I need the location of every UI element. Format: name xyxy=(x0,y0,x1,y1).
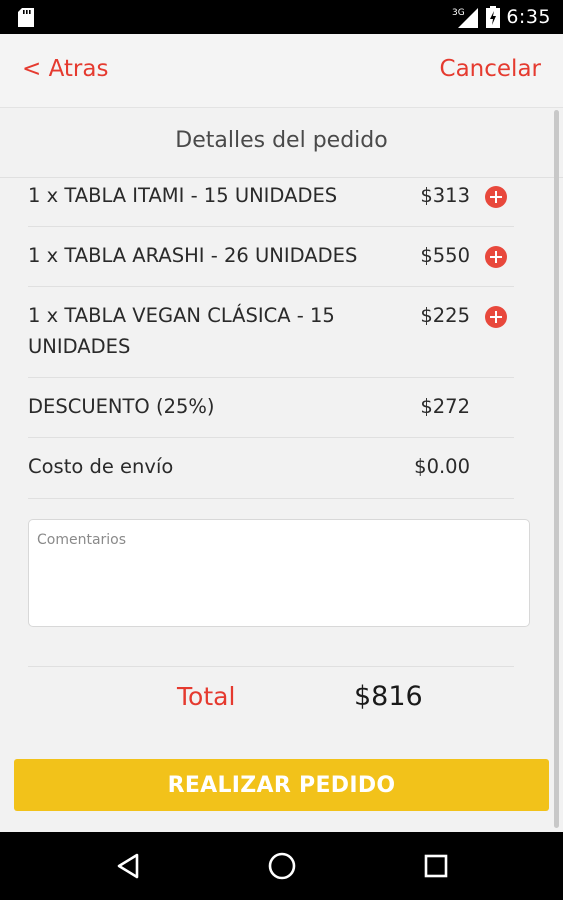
order-item-row: 1 x TABLA ARASHI - 26 UNIDADES $550 xyxy=(28,227,514,287)
add-circle-icon[interactable] xyxy=(485,246,507,268)
total-label: Total xyxy=(177,682,236,711)
discount-label: DESCUENTO (25%) xyxy=(28,395,215,418)
shipping-row: Costo de envío $0.00 xyxy=(28,438,514,499)
item-price: $225 xyxy=(420,304,470,327)
item-price: $550 xyxy=(420,244,470,267)
order-item-row: 1 x TABLA VEGAN CLÁSICA - 15 UNIDADES $2… xyxy=(28,287,514,378)
item-name: 1 x TABLA ARASHI - 26 UNIDADES xyxy=(28,244,358,267)
total-value: $816 xyxy=(354,681,423,712)
item-name: 1 x TABLA ITAMI - 15 UNIDADES xyxy=(28,184,338,207)
back-triangle-icon xyxy=(117,853,139,879)
discount-value: $272 xyxy=(420,395,470,418)
cancel-button[interactable]: Cancelar xyxy=(440,56,541,82)
top-bar: < Atras Cancelar xyxy=(0,34,563,108)
sd-card-icon xyxy=(18,8,34,27)
page-title: Detalles del pedido xyxy=(0,108,563,178)
signal-icon: 3G xyxy=(452,8,479,28)
divider xyxy=(28,666,514,667)
place-order-button[interactable]: REALIZAR PEDIDO xyxy=(14,759,549,811)
add-circle-icon[interactable] xyxy=(485,186,507,208)
recents-square-icon xyxy=(424,854,448,878)
svg-text:3G: 3G xyxy=(452,8,465,18)
battery-icon xyxy=(486,6,501,28)
home-circle-icon xyxy=(268,852,296,880)
status-bar: 3G 6:35 xyxy=(0,0,563,34)
nav-recents-button[interactable] xyxy=(396,832,476,900)
item-name: 1 x TABLA VEGAN CLÁSICA - 15 UNIDADES xyxy=(28,304,335,358)
navigation-bar xyxy=(0,832,563,900)
order-item-row: 1 x TABLA ITAMI - 15 UNIDADES $313 xyxy=(28,180,514,227)
add-circle-icon[interactable] xyxy=(485,306,507,328)
back-button[interactable]: < Atras xyxy=(22,56,108,82)
nav-home-button[interactable] xyxy=(242,832,322,900)
scrollbar[interactable] xyxy=(554,110,559,828)
nav-back-button[interactable] xyxy=(88,832,168,900)
discount-row: DESCUENTO (25%) $272 xyxy=(28,378,514,438)
status-time: 6:35 xyxy=(506,6,551,28)
shipping-value: $0.00 xyxy=(414,455,470,478)
order-details-screen: < Atras Cancelar Detalles del pedido 1 x… xyxy=(0,34,563,832)
comments-field[interactable] xyxy=(28,519,530,627)
shipping-label: Costo de envío xyxy=(28,455,174,478)
item-price: $313 xyxy=(420,184,470,207)
